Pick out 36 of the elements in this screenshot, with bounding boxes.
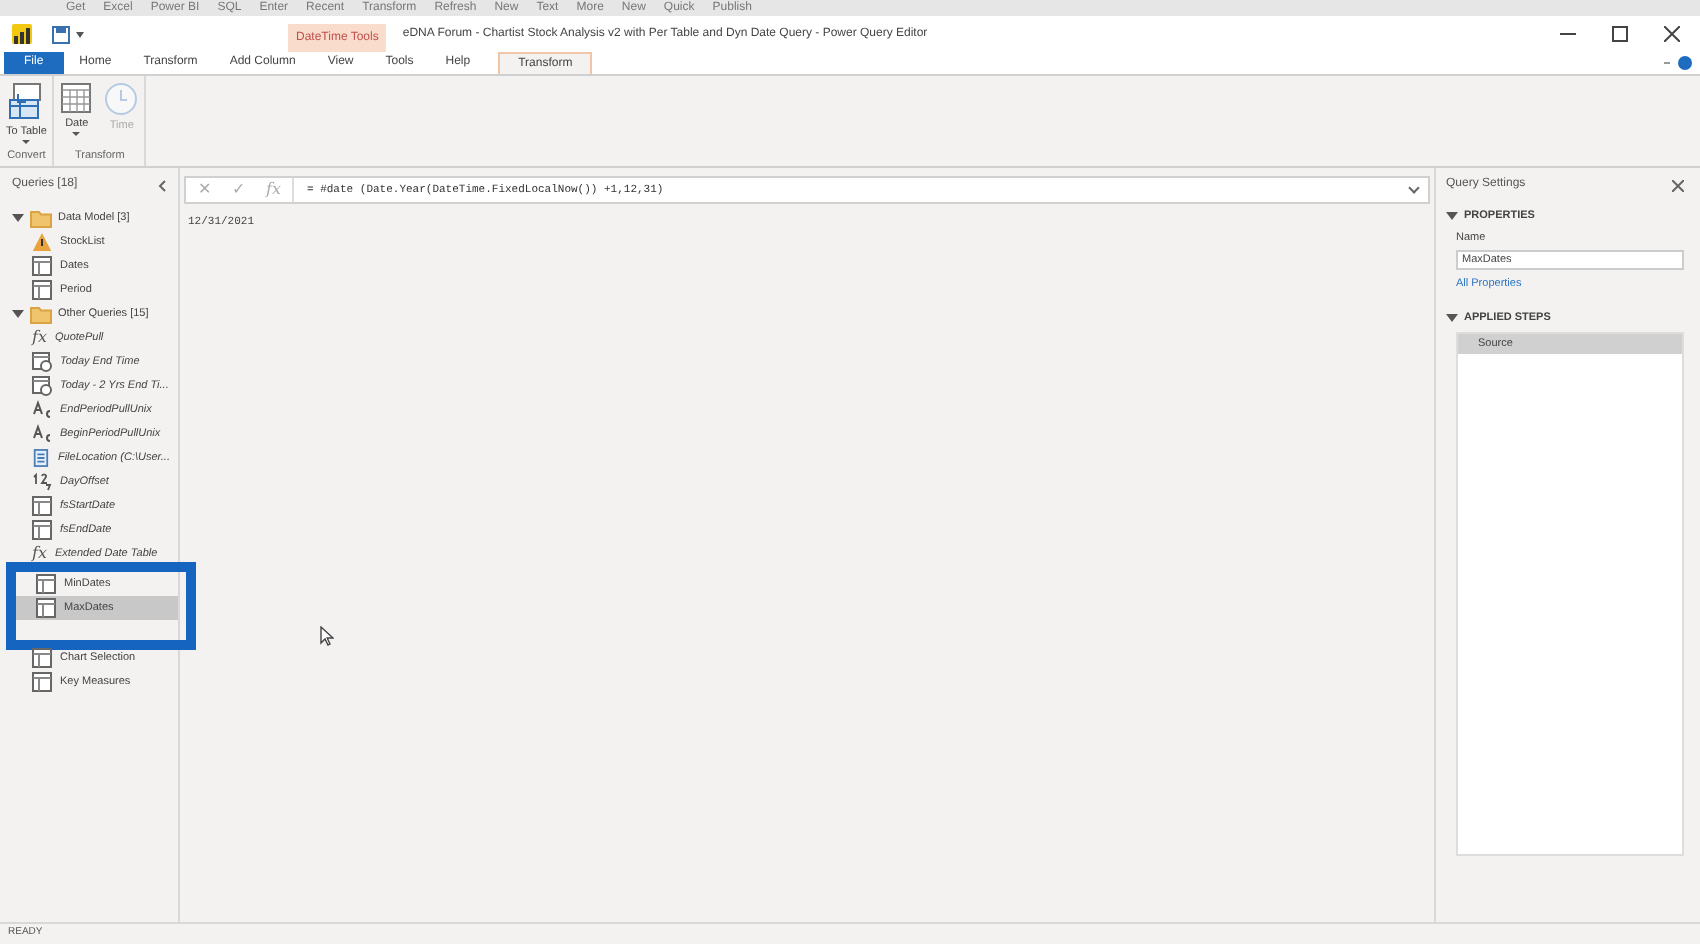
- table-icon: [32, 648, 52, 668]
- app-logo-icon: [12, 24, 32, 44]
- expand-caret-icon[interactable]: [1446, 313, 1458, 322]
- calendar-clock-icon: [32, 376, 52, 396]
- quick-access-dropdown-icon[interactable]: [76, 31, 84, 37]
- folder-icon: [30, 305, 52, 323]
- table-icon: [32, 672, 52, 692]
- dropdown-caret-icon: [22, 140, 31, 144]
- table-icon: [32, 496, 52, 516]
- calendar-icon: [60, 82, 93, 114]
- table-icon: [32, 520, 52, 540]
- table-icon: [36, 598, 56, 618]
- table-icon: [32, 280, 52, 300]
- text-type-icon: [32, 400, 52, 420]
- mouse-cursor-icon: [320, 626, 334, 647]
- convert-table-icon: [8, 82, 45, 122]
- function-icon: fx: [32, 330, 47, 346]
- number-type-icon: [32, 472, 52, 492]
- dropdown-caret-icon: [72, 132, 81, 136]
- save-icon[interactable]: [52, 25, 70, 43]
- function-icon: fx: [32, 546, 47, 562]
- document-icon: [32, 448, 50, 468]
- table-icon: [36, 574, 56, 594]
- close-icon[interactable]: [1672, 179, 1684, 191]
- text-type-icon: [32, 424, 52, 444]
- collapse-pane-icon[interactable]: [158, 179, 166, 191]
- calendar-clock-icon: [32, 352, 52, 372]
- clock-icon: [104, 82, 139, 116]
- folder-icon: [30, 209, 52, 227]
- help-icon[interactable]: [1678, 56, 1692, 70]
- warning-icon: [32, 232, 52, 252]
- table-icon: [32, 256, 52, 276]
- maximize-icon[interactable]: [1612, 26, 1628, 42]
- close-icon[interactable]: [1664, 26, 1680, 42]
- expand-caret-icon[interactable]: [1446, 212, 1458, 221]
- expand-formula-icon[interactable]: [1408, 182, 1420, 194]
